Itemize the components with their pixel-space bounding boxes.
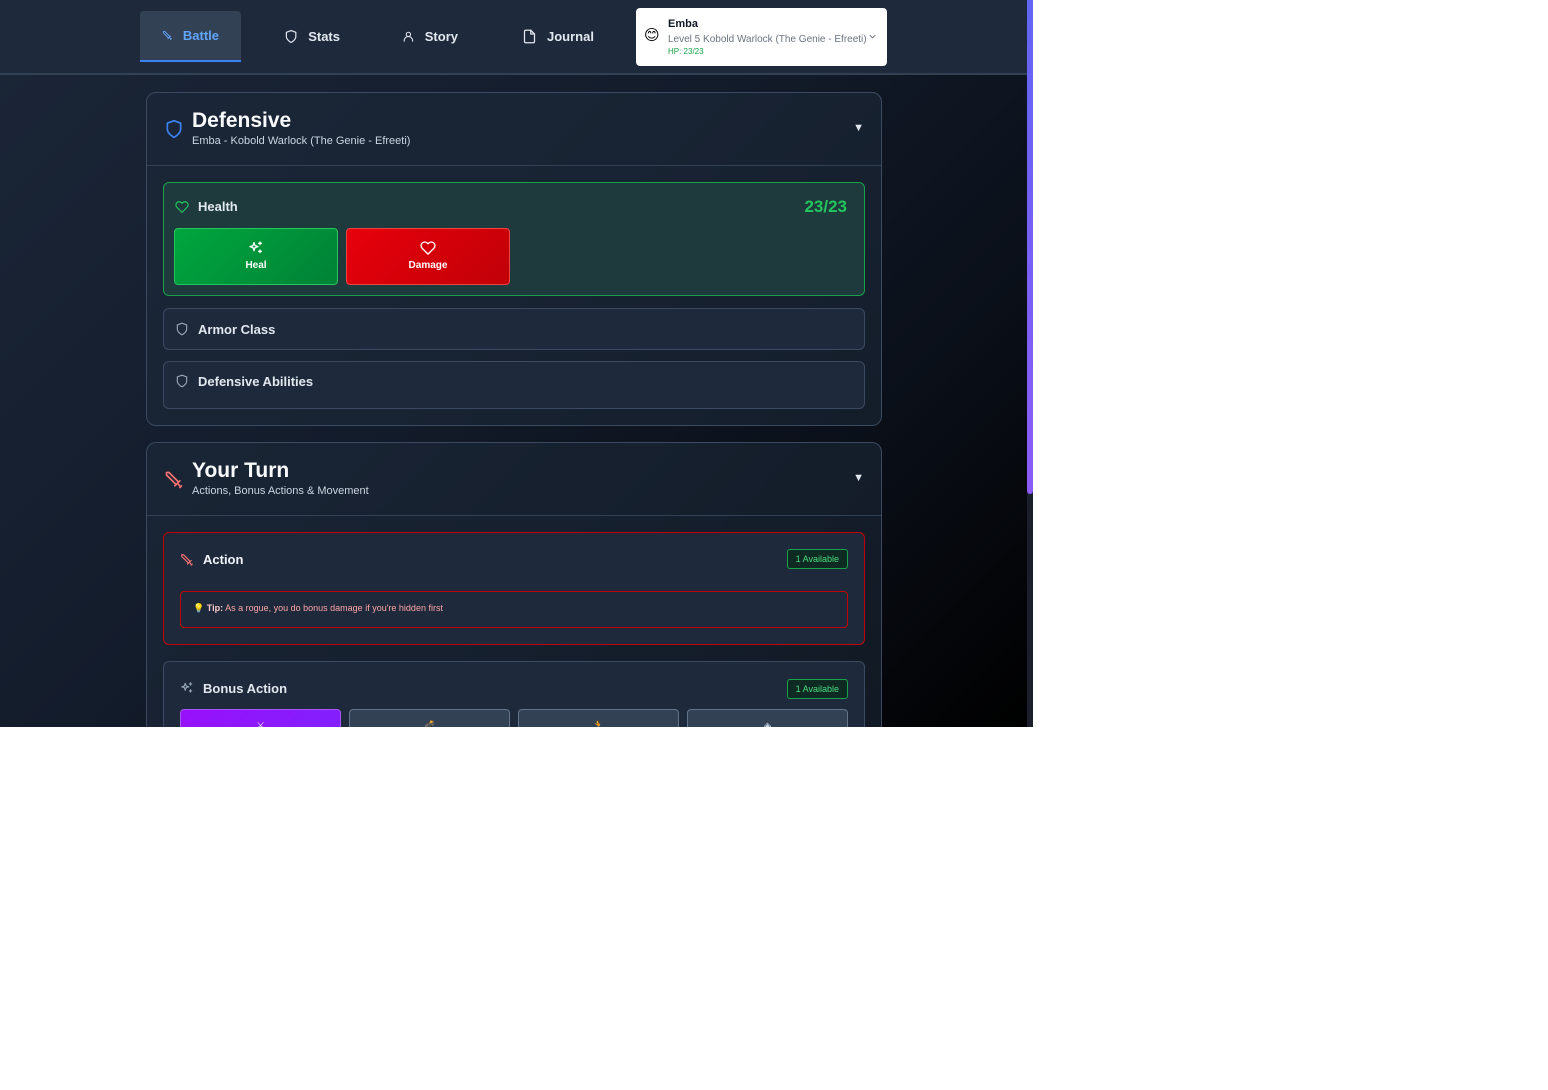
defensive-abilities-card[interactable]: Defensive Abilities — [163, 361, 865, 409]
damage-button[interactable]: Damage — [346, 228, 510, 285]
armor-class-label: Armor Class — [198, 322, 276, 337]
defensive-title: Defensive — [192, 109, 292, 132]
character-class: Level 5 Kobold Warlock (The Genie - Efre… — [668, 34, 867, 45]
heal-label: Heal — [245, 260, 267, 271]
app-viewport: Battle Stats Story Journal 😊 Emba Level … — [0, 0, 1027, 727]
chevron-down-icon — [869, 34, 876, 39]
health-label: Health — [198, 199, 238, 214]
health-value: 23/23 — [804, 197, 847, 216]
heart-icon — [175, 201, 189, 213]
sword-icon — [165, 471, 183, 489]
action-available-badge: 1 Available — [786, 549, 848, 569]
user-icon — [403, 31, 414, 42]
tab-stats-label: Stats — [308, 29, 340, 44]
runner-icon: 🏃 — [592, 721, 605, 727]
your-turn-panel: Your Turn Actions, Bonus Actions & Movem… — [146, 442, 882, 727]
collapse-toggle-icon[interactable]: ▼ — [853, 472, 864, 484]
bonus-action-label: Bonus Action — [203, 681, 288, 696]
file-icon — [523, 29, 536, 44]
tab-story-label: Story — [424, 29, 458, 44]
armor-class-card[interactable]: Armor Class — [163, 308, 865, 350]
bonus-option-item[interactable]: 💣 — [349, 709, 510, 727]
defensive-header[interactable]: Defensive Emba - Kobold Warlock (The Gen… — [147, 93, 881, 166]
top-navigation: Battle Stats Story Journal 😊 Emba Level … — [0, 0, 1027, 75]
bomb-icon: 💣 — [423, 721, 436, 727]
bonus-action-card: Bonus Action 1 Available ⚔ 💣 🏃 ◈ — [163, 661, 865, 727]
your-turn-header[interactable]: Your Turn Actions, Bonus Actions & Movem… — [147, 443, 881, 516]
sword-icon — [162, 30, 172, 41]
tab-stats[interactable]: Stats — [262, 11, 362, 62]
character-hp: HP: 23/23 — [668, 47, 704, 56]
shield-icon — [166, 119, 182, 139]
action-label: Action — [203, 552, 244, 567]
action-tip: 💡 Tip: As a rogue, you do bonus damage i… — [180, 591, 848, 628]
bonus-option-attack[interactable]: ⚔ — [180, 709, 341, 727]
defensive-panel: Defensive Emba - Kobold Warlock (The Gen… — [146, 92, 882, 426]
action-card: Action 1 Available 💡 Tip: As a rogue, yo… — [163, 532, 865, 645]
tab-battle-label: Battle — [182, 28, 219, 43]
character-name: Emba — [668, 18, 698, 30]
sparkles-icon — [181, 682, 193, 693]
bonus-available-badge: 1 Available — [786, 679, 848, 699]
defensive-abilities-label: Defensive Abilities — [198, 374, 314, 389]
tip-prefix: Tip: — [206, 603, 224, 613]
sword-icon — [181, 554, 193, 566]
your-turn-subtitle: Actions, Bonus Actions & Movement — [192, 485, 369, 497]
sword-icon: ⚔ — [256, 721, 265, 727]
bonus-option-dash[interactable]: 🏃 — [518, 709, 679, 727]
sparkles-icon — [249, 241, 262, 254]
your-turn-title: Your Turn — [192, 459, 290, 482]
health-card: Health 23/23 Heal Damage — [163, 182, 865, 296]
lightbulb-icon: 💡 — [193, 603, 205, 613]
tab-journal-label: Journal — [547, 29, 594, 44]
heal-button[interactable]: Heal — [174, 228, 338, 285]
tab-journal[interactable]: Journal — [500, 11, 616, 62]
tip-text: As a rogue, you do bonus damage if you'r… — [225, 603, 443, 613]
shield-icon — [285, 29, 297, 44]
character-selector[interactable]: 😊 Emba Level 5 Kobold Warlock (The Genie… — [636, 8, 887, 66]
defensive-subtitle: Emba - Kobold Warlock (The Genie - Efree… — [192, 135, 411, 147]
character-avatar: 😊 — [644, 27, 660, 44]
eye-off-icon: ◈ — [763, 721, 772, 727]
damage-label: Damage — [408, 260, 448, 271]
shield-icon — [176, 322, 188, 336]
collapse-toggle-icon[interactable]: ▼ — [853, 122, 864, 134]
tab-story[interactable]: Story — [380, 11, 480, 62]
shield-icon — [176, 374, 188, 388]
bonus-option-hide[interactable]: ◈ — [687, 709, 848, 727]
heart-icon — [420, 241, 436, 255]
tab-battle[interactable]: Battle — [140, 11, 241, 62]
scrollbar-thumb[interactable] — [1027, 0, 1033, 494]
